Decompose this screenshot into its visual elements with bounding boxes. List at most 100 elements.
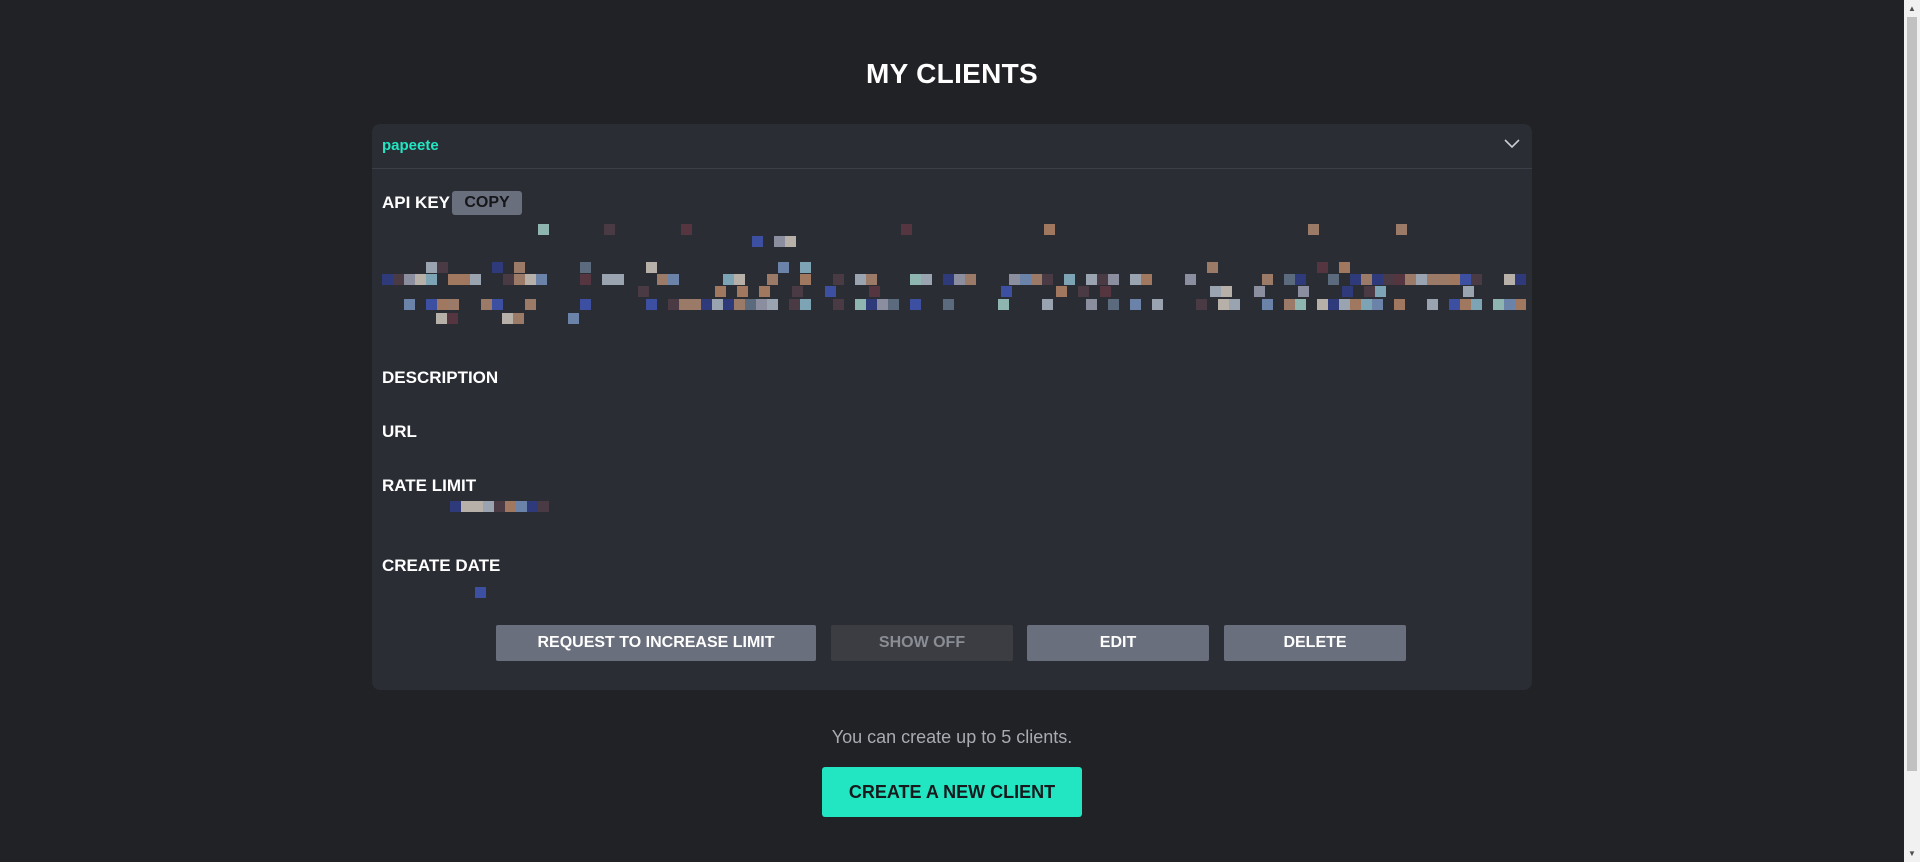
- rate-limit-label: RATE LIMIT: [382, 476, 477, 495]
- redaction-pixel: [1471, 274, 1482, 285]
- redaction-pixel: [1416, 274, 1427, 285]
- redaction-pixel: [514, 262, 525, 273]
- redaction-pixel: [774, 236, 785, 247]
- page-scrollbar[interactable]: ▲ ▼: [1904, 0, 1920, 862]
- redaction-pixel: [943, 299, 954, 310]
- redaction-pixel: [800, 274, 811, 285]
- redaction-pixel: [723, 274, 734, 285]
- redaction-pixel: [1438, 274, 1449, 285]
- redaction-pixel: [1339, 299, 1350, 310]
- redaction-pixel: [833, 299, 844, 310]
- url-label: URL: [382, 422, 417, 441]
- redaction-pixel: [800, 262, 811, 273]
- redaction-pixel: [1342, 286, 1353, 297]
- redaction-pixel: [1042, 299, 1053, 310]
- scroll-thumb[interactable]: [1907, 17, 1917, 771]
- redaction-pixel: [1056, 286, 1067, 297]
- redaction-pixel: [1141, 274, 1152, 285]
- chevron-down-icon[interactable]: [1504, 138, 1520, 150]
- redaction-pixel: [1001, 286, 1012, 297]
- redaction-pixel: [1460, 299, 1471, 310]
- create-new-client-button[interactable]: CREATE A NEW CLIENT: [822, 767, 1082, 817]
- redaction-pixel: [789, 299, 800, 310]
- redaction-pixel: [800, 299, 811, 310]
- redaction-pixel: [1020, 274, 1031, 285]
- redaction-pixel: [448, 274, 459, 285]
- redaction-pixel: [1471, 299, 1482, 310]
- redaction-pixel: [1350, 299, 1361, 310]
- page-title: MY CLIENTS: [865, 58, 1039, 89]
- redaction-pixel: [1086, 299, 1097, 310]
- redaction-pixel: [426, 262, 437, 273]
- redaction-pixel: [965, 274, 976, 285]
- redaction-pixel: [1130, 299, 1141, 310]
- redaction-pixel: [568, 313, 579, 324]
- copy-api-key-button[interactable]: COPY: [452, 191, 522, 215]
- redaction-pixel: [1262, 274, 1273, 285]
- client-limit-note: You can create up to 5 clients.: [831, 727, 1073, 747]
- redaction-pixel: [825, 286, 836, 297]
- redaction-pixel: [901, 224, 912, 235]
- redaction-pixel: [734, 274, 745, 285]
- redaction-pixel: [503, 274, 514, 285]
- redaction-pixel: [752, 236, 763, 247]
- redaction-pixel: [734, 299, 745, 310]
- redaction-pixel: [1361, 274, 1372, 285]
- redaction-pixel: [1460, 274, 1471, 285]
- redaction-pixel: [538, 224, 549, 235]
- redaction-pixel: [715, 286, 726, 297]
- redaction-pixel: [613, 274, 624, 285]
- redaction-pixel: [657, 274, 668, 285]
- redaction-pixel: [1372, 299, 1383, 310]
- redaction-pixel: [448, 299, 459, 310]
- client-card: papeete API KEY COPY DESCRIPTION URL RAT…: [372, 124, 1532, 690]
- redaction-pixel: [580, 299, 591, 310]
- redaction-pixel: [1427, 274, 1438, 285]
- redaction-pixel: [910, 274, 921, 285]
- redaction-pixel: [1108, 274, 1119, 285]
- redaction-pixel: [483, 501, 494, 512]
- redaction-pixel: [604, 224, 615, 235]
- redaction-pixel: [1078, 286, 1089, 297]
- redaction-pixel: [1295, 299, 1306, 310]
- redaction-pixel: [778, 262, 789, 273]
- redaction-pixel: [1364, 286, 1375, 297]
- redaction-pixel: [1396, 224, 1407, 235]
- redaction-pixel: [516, 501, 527, 512]
- redaction-pixel: [1361, 299, 1372, 310]
- redaction-pixel: [1284, 274, 1295, 285]
- redaction-pixel: [494, 501, 505, 512]
- redaction-pixel: [1449, 274, 1460, 285]
- redaction-pixel: [1295, 274, 1306, 285]
- client-card-header[interactable]: papeete: [372, 124, 1532, 169]
- redaction-pixel: [638, 286, 649, 297]
- request-increase-limit-button[interactable]: REQUEST TO INCREASE LIMIT: [496, 625, 816, 661]
- edit-button[interactable]: EDIT: [1027, 625, 1209, 661]
- redaction-pixel: [527, 501, 538, 512]
- redaction-pixel: [921, 274, 932, 285]
- redaction-pixel: [866, 299, 877, 310]
- redaction-pixel: [1064, 274, 1075, 285]
- delete-button[interactable]: DELETE: [1224, 625, 1406, 661]
- redaction-pixel: [426, 299, 437, 310]
- redaction-pixel: [580, 262, 591, 273]
- redaction-pixel: [1328, 299, 1339, 310]
- redaction-pixel: [1449, 299, 1460, 310]
- show-off-button: SHOW OFF: [831, 625, 1013, 661]
- scroll-up-icon[interactable]: ▲: [1904, 0, 1920, 17]
- redaction-pixel: [756, 299, 767, 310]
- redaction-pixel: [1221, 286, 1232, 297]
- redaction-pixel: [998, 299, 1009, 310]
- redaction-pixel: [1229, 299, 1240, 310]
- redaction-pixel: [1427, 299, 1438, 310]
- redaction-pixel: [1086, 274, 1097, 285]
- redaction-pixel: [481, 299, 492, 310]
- redaction-pixel: [1097, 274, 1108, 285]
- redaction-pixel: [1207, 262, 1218, 273]
- redaction-pixel: [513, 313, 524, 324]
- redaction-pixel: [1317, 262, 1328, 273]
- redaction-pixel: [701, 299, 712, 310]
- redaction-pixel: [437, 299, 448, 310]
- scroll-down-icon[interactable]: ▼: [1904, 845, 1920, 862]
- redaction-pixel: [437, 262, 448, 273]
